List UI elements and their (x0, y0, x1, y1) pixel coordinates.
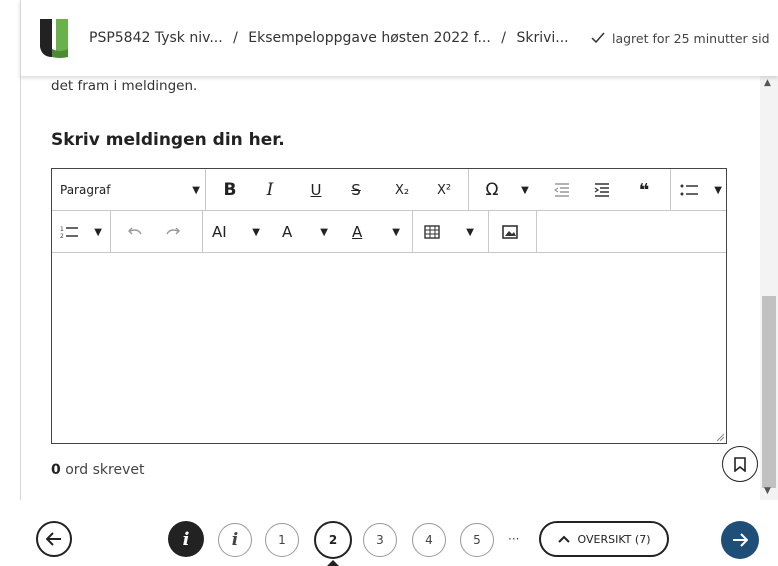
checkmark-icon (591, 31, 609, 46)
page-button-3[interactable]: 3 (363, 523, 397, 557)
blockquote-button[interactable]: ❝ (632, 177, 656, 203)
page-button-1[interactable]: 1 (265, 523, 299, 557)
indent-button[interactable] (590, 177, 614, 203)
strikethrough-button[interactable]: S (344, 177, 368, 203)
chevron-down-icon: ▼ (94, 226, 102, 238)
intro-text: det fram i meldingen. (51, 78, 198, 94)
page-button-2[interactable]: 2 (314, 521, 352, 559)
chevron-down-icon: ▼ (252, 226, 260, 238)
bookmark-icon (734, 456, 746, 472)
special-characters-button[interactable]: Ω (480, 177, 504, 203)
undo-icon (128, 227, 142, 235)
font-family-icon: A (282, 223, 293, 241)
underline-button[interactable]: U (304, 177, 328, 203)
subscript-button[interactable]: X₂ (388, 177, 416, 203)
scrollbar-thumb[interactable] (762, 296, 776, 488)
toolbar-row-1: Paragraf ▼ B I U S X₂ X² Ω ▼ ❝ ▼ (52, 169, 726, 211)
numbered-list-button[interactable]: 12 ▼ (60, 219, 102, 245)
redo-icon (166, 227, 180, 235)
svg-text:1: 1 (60, 226, 64, 233)
chevron-down-icon: ▼ (392, 226, 400, 238)
superscript-button[interactable]: X² (430, 177, 458, 203)
chevron-down-icon: ▼ (466, 226, 474, 238)
page-button-4[interactable]: 4 (412, 523, 446, 557)
page-button-5[interactable]: 5 (460, 523, 494, 557)
font-color-button[interactable]: A ▼ (352, 219, 400, 245)
chevron-down-icon: ▼ (320, 226, 328, 238)
chevron-down-icon: ▼ (192, 184, 200, 196)
arrow-right-icon (733, 533, 748, 547)
overview-button[interactable]: OVERSIKT (7) (539, 521, 669, 557)
italic-button[interactable]: I (258, 177, 282, 203)
breadcrumb-course[interactable]: PSP5842 Tysk niv... (89, 30, 223, 46)
word-count: 0 ord skrevet (51, 462, 145, 478)
scroll-down-arrow-icon[interactable]: ▼ (764, 486, 771, 496)
next-button[interactable] (721, 521, 759, 559)
insert-image-button[interactable] (498, 219, 522, 245)
bold-button[interactable]: B (218, 177, 242, 203)
info-page-button[interactable]: i (218, 523, 252, 557)
table-button[interactable]: ▼ (424, 219, 474, 245)
info-button-active[interactable]: i (168, 521, 204, 557)
font-color-icon: A (352, 223, 363, 241)
editor-text-area[interactable] (52, 254, 726, 442)
chevron-down-icon: ▼ (714, 184, 722, 196)
more-pages-ellipsis: ··· (508, 532, 520, 546)
footer-navigation: i i 1 2 3 4 5 ··· OVERSIKT (7) (0, 500, 778, 566)
bookmark-button[interactable] (722, 446, 758, 482)
outdent-button[interactable] (550, 177, 574, 203)
logo-icon (40, 19, 68, 58)
chevron-up-icon (557, 535, 570, 543)
scroll-up-arrow-icon[interactable]: ▲ (764, 78, 771, 88)
undo-button[interactable] (122, 219, 146, 245)
task-heading: Skriv meldingen din her. (51, 130, 285, 150)
breadcrumb-exam[interactable]: Eksempeloppgave høsten 2022 f... (248, 30, 491, 46)
chevron-down-icon: ▼ (521, 184, 529, 196)
table-icon (424, 225, 440, 239)
font-family-button[interactable]: A ▼ (282, 219, 328, 245)
arrow-left-icon (46, 532, 61, 546)
save-status: lagret for 25 minutter sid (591, 31, 778, 46)
active-page-pointer (327, 560, 339, 566)
resize-handle-icon[interactable] (716, 433, 724, 441)
scrollbar[interactable]: ▲ ▼ (760, 76, 778, 500)
font-size-button[interactable]: AI ▼ (212, 219, 260, 245)
previous-button[interactable] (36, 521, 72, 557)
indent-icon (594, 183, 609, 197)
bullet-list-button[interactable]: ▼ (680, 177, 722, 203)
redo-button[interactable] (162, 219, 186, 245)
top-header: PSP5842 Tysk niv... / Eksempeloppgave hø… (20, 0, 778, 76)
svg-text:2: 2 (60, 233, 64, 239)
breadcrumb-task[interactable]: Skrivi... (516, 30, 568, 46)
rich-text-editor: Paragraf ▼ B I U S X₂ X² Ω ▼ ❝ ▼ 12 ▼ AI… (51, 168, 727, 444)
numbered-list-icon: 12 (60, 226, 78, 239)
font-size-icon: AI (212, 223, 227, 241)
special-characters-dropdown[interactable]: ▼ (518, 177, 532, 203)
toolbar-row-2: 12 ▼ AI ▼ A ▼ A ▼ ▼ (52, 211, 726, 253)
bullet-list-icon (680, 184, 698, 196)
breadcrumb: PSP5842 Tysk niv... / Eksempeloppgave hø… (89, 30, 569, 46)
image-icon (502, 225, 518, 239)
outdent-icon (554, 183, 569, 197)
paragraph-select[interactable]: Paragraf ▼ (60, 177, 200, 203)
